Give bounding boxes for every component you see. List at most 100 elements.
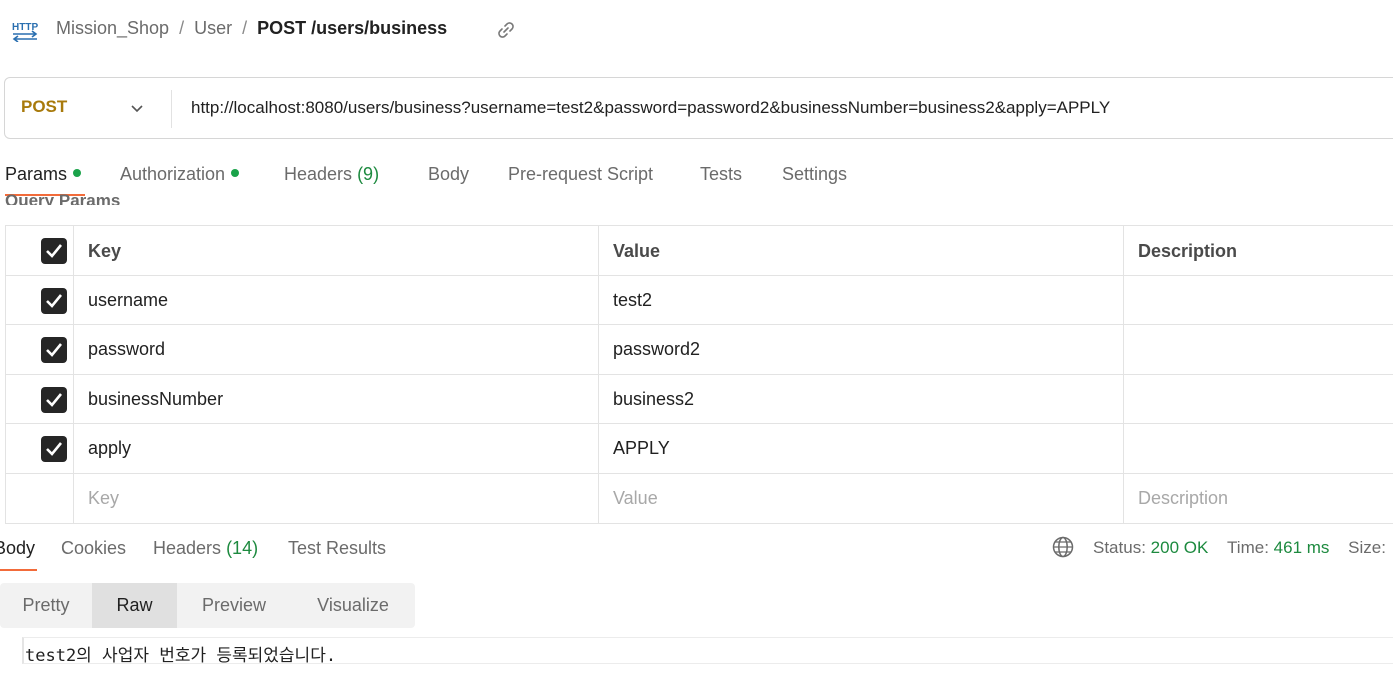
- new-param-row: Key Value Description: [6, 473, 1393, 524]
- description-placeholder: Description: [1138, 487, 1229, 508]
- response-tab-body[interactable]: Body: [0, 538, 35, 559]
- link-icon[interactable]: [495, 19, 517, 41]
- http-icon: HTTP: [12, 22, 38, 42]
- column-header-value: Value: [599, 226, 1124, 275]
- breadcrumb-collection[interactable]: Mission_Shop: [56, 18, 169, 39]
- view-raw-button[interactable]: Raw: [92, 583, 177, 628]
- chevron-down-icon[interactable]: [129, 100, 145, 116]
- table-row: username test2: [6, 275, 1393, 326]
- param-value: business2: [613, 388, 695, 409]
- breadcrumb-separator: /: [179, 18, 185, 38]
- param-key-cell[interactable]: password: [74, 325, 599, 374]
- response-tab-test-results[interactable]: Test Results: [288, 538, 386, 559]
- param-value: APPLY: [613, 438, 670, 459]
- method-select[interactable]: POST: [21, 97, 67, 117]
- param-key: password: [88, 339, 166, 360]
- check-icon: [46, 343, 63, 358]
- param-key-cell[interactable]: apply: [74, 424, 599, 473]
- check-icon: [46, 442, 63, 457]
- param-key: apply: [88, 438, 132, 459]
- time-value[interactable]: 461 ms: [1274, 538, 1330, 557]
- view-preview-button[interactable]: Preview: [177, 583, 291, 628]
- globe-icon[interactable]: [1051, 535, 1075, 559]
- param-value-cell[interactable]: business2: [599, 374, 1124, 424]
- response-view-mode: Pretty Raw Preview Visualize: [0, 583, 415, 628]
- row-checkbox[interactable]: [41, 287, 67, 314]
- column-header-label: Value: [613, 241, 661, 261]
- key-placeholder: Key: [88, 487, 120, 508]
- row-checkbox-cell: [6, 473, 74, 523]
- url-input[interactable]: http://localhost:8080/users/business?use…: [191, 98, 1110, 118]
- select-all-cell: [6, 226, 74, 275]
- new-value-input[interactable]: Value: [599, 473, 1124, 523]
- param-key-cell[interactable]: businessNumber: [74, 374, 599, 424]
- row-checkbox[interactable]: [41, 436, 67, 463]
- table-row: businessNumber business2: [6, 374, 1393, 425]
- row-checkbox-cell: [6, 374, 74, 424]
- tab-settings[interactable]: Settings: [782, 164, 847, 185]
- request-header: HTTP Mission_Shop / User / POST /users/b…: [0, 0, 1393, 60]
- svg-text:HTTP: HTTP: [12, 22, 38, 33]
- column-header-description: Description: [1124, 226, 1393, 275]
- response-tab-headers-label: Headers: [153, 538, 222, 558]
- param-value-cell[interactable]: test2: [599, 275, 1124, 325]
- breadcrumb-separator: /: [242, 18, 248, 38]
- tab-authorization[interactable]: Authorization: [120, 164, 240, 185]
- value-placeholder: Value: [613, 487, 658, 508]
- response-tab-cookies[interactable]: Cookies: [61, 538, 126, 559]
- tab-body[interactable]: Body: [428, 164, 469, 185]
- table-row: password password2: [6, 325, 1393, 375]
- tab-headers-label: Headers: [284, 164, 353, 184]
- breadcrumb-folder[interactable]: User: [194, 18, 232, 39]
- tab-prerequest-script[interactable]: Pre-request Script: [508, 164, 653, 185]
- row-checkbox-cell: [6, 275, 74, 325]
- row-checkbox[interactable]: [41, 337, 67, 364]
- query-params-table: Key Value Description username test2 pas…: [5, 225, 1393, 524]
- active-dot-icon: [73, 169, 82, 178]
- param-description-cell[interactable]: [1124, 276, 1393, 325]
- query-params-title: Query Params: [5, 191, 121, 205]
- row-checkbox-cell: [6, 325, 74, 374]
- breadcrumb-current-request[interactable]: POST /users/business: [257, 18, 447, 39]
- param-description-cell[interactable]: [1124, 325, 1393, 374]
- param-description-cell[interactable]: [1124, 424, 1393, 473]
- table-row: apply APPLY: [6, 424, 1393, 474]
- active-dot-icon: [231, 169, 240, 178]
- check-icon: [46, 293, 63, 308]
- tab-params-label: Params: [5, 164, 68, 184]
- divider: [171, 90, 172, 128]
- column-header-key: Key: [74, 226, 599, 275]
- param-key: businessNumber: [88, 388, 224, 409]
- check-icon: [46, 244, 63, 258]
- view-visualize-button[interactable]: Visualize: [291, 583, 415, 628]
- tab-authorization-label: Authorization: [120, 164, 226, 184]
- response-body-editor[interactable]: test2의 사업자 번호가 등록되었습니다.: [22, 637, 1393, 666]
- param-description-cell[interactable]: [1124, 375, 1393, 424]
- new-key-input[interactable]: Key: [74, 473, 599, 523]
- status-label: Status:: [1093, 538, 1146, 557]
- new-description-input[interactable]: Description: [1124, 474, 1393, 523]
- response-status: Status: 200 OK Time: 461 ms Size:: [1093, 538, 1386, 558]
- column-header-label: Description: [1138, 241, 1238, 261]
- response-body-text: test2의 사업자 번호가 등록되었습니다.: [25, 646, 337, 666]
- check-icon: [46, 392, 63, 407]
- row-checkbox-cell: [6, 424, 74, 473]
- param-value: test2: [613, 289, 653, 310]
- tab-params[interactable]: Params: [5, 164, 82, 185]
- param-value-cell[interactable]: password2: [599, 325, 1124, 374]
- response-tab-headers[interactable]: Headers (14): [153, 538, 258, 559]
- param-value-cell[interactable]: APPLY: [599, 424, 1124, 473]
- tab-headers[interactable]: Headers (9): [284, 164, 379, 185]
- tab-tests[interactable]: Tests: [700, 164, 742, 185]
- time-label: Time:: [1227, 538, 1269, 557]
- status-value[interactable]: 200 OK: [1151, 538, 1209, 557]
- column-header-label: Key: [88, 241, 122, 261]
- select-all-checkbox[interactable]: [41, 238, 67, 264]
- active-response-tab-indicator: [0, 569, 37, 571]
- row-checkbox[interactable]: [41, 386, 67, 413]
- url-bar: POST http://localhost:8080/users/busines…: [4, 77, 1393, 139]
- view-pretty-button[interactable]: Pretty: [0, 583, 92, 628]
- param-value: password2: [613, 339, 701, 360]
- request-tabs: Params Authorization Headers (9) Body Pr…: [0, 160, 1000, 200]
- param-key-cell[interactable]: username: [74, 275, 599, 325]
